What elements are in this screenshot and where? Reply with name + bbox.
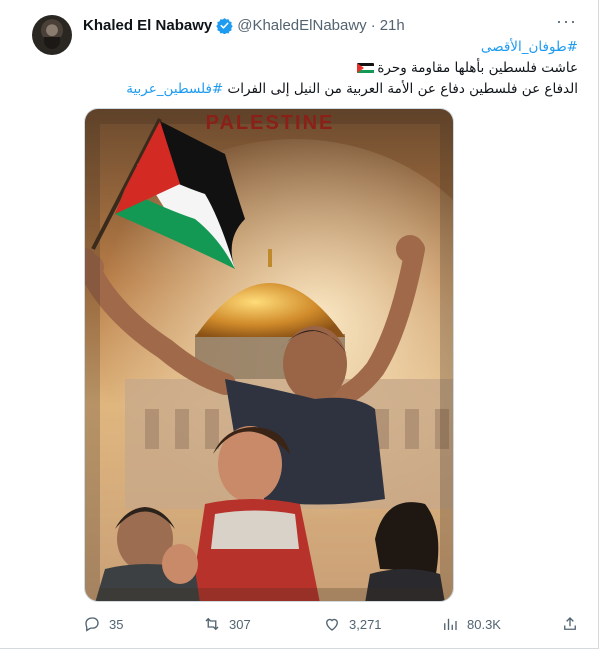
hashtag-link[interactable]: #طوفان_الأقصى bbox=[481, 39, 578, 55]
like-count: 3,271 bbox=[349, 616, 382, 632]
separator: · bbox=[370, 16, 376, 34]
poster-title: PALESTINE bbox=[206, 112, 335, 134]
author-name[interactable]: Khaled El Nabawy bbox=[83, 17, 212, 34]
views-count: 80.3K bbox=[467, 616, 501, 632]
tweet-card[interactable]: Khaled El Nabawy @KhaledElNabawy · 21h ·… bbox=[0, 0, 599, 649]
tweet-image[interactable]: PALESTINE bbox=[84, 108, 454, 602]
like-button[interactable]: 3,271 bbox=[323, 612, 382, 636]
tweet-text: #طوفان_الأقصى عاشت فلسطين بأهلها مقاومة … bbox=[98, 37, 578, 100]
tweet-line-3: الدفاع عن فلسطين دفاع عن الأمة العربية م… bbox=[227, 81, 578, 97]
avatar[interactable] bbox=[32, 15, 72, 55]
tweet-actions: 35 307 3,271 80.3K bbox=[83, 612, 583, 636]
tweet-header: Khaled El Nabawy @KhaledElNabawy · 21h bbox=[83, 15, 405, 35]
poster-image: PALESTINE bbox=[85, 109, 453, 601]
reply-button[interactable]: 35 bbox=[83, 612, 123, 636]
author-handle[interactable]: @KhaledElNabawy bbox=[237, 17, 366, 34]
verified-badge-icon bbox=[216, 17, 233, 34]
tweet-time[interactable]: 21h bbox=[380, 17, 405, 34]
retweet-button[interactable]: 307 bbox=[203, 612, 251, 636]
share-icon bbox=[564, 617, 576, 630]
reply-icon bbox=[85, 617, 99, 632]
retweet-count: 307 bbox=[229, 616, 251, 632]
tweet-line-2: عاشت فلسطين بأهلها مقاومة وحرة bbox=[377, 60, 578, 76]
hashtag-link[interactable]: #فلسطين_عربية bbox=[126, 81, 223, 97]
views-icon bbox=[444, 618, 457, 630]
palestine-flag-icon bbox=[357, 62, 375, 74]
like-icon bbox=[326, 618, 338, 631]
more-icon[interactable]: ··· bbox=[556, 12, 576, 34]
retweet-icon bbox=[205, 617, 219, 631]
reply-count: 35 bbox=[109, 616, 124, 632]
share-button[interactable] bbox=[561, 612, 587, 636]
views-button[interactable]: 80.3K bbox=[441, 612, 501, 636]
